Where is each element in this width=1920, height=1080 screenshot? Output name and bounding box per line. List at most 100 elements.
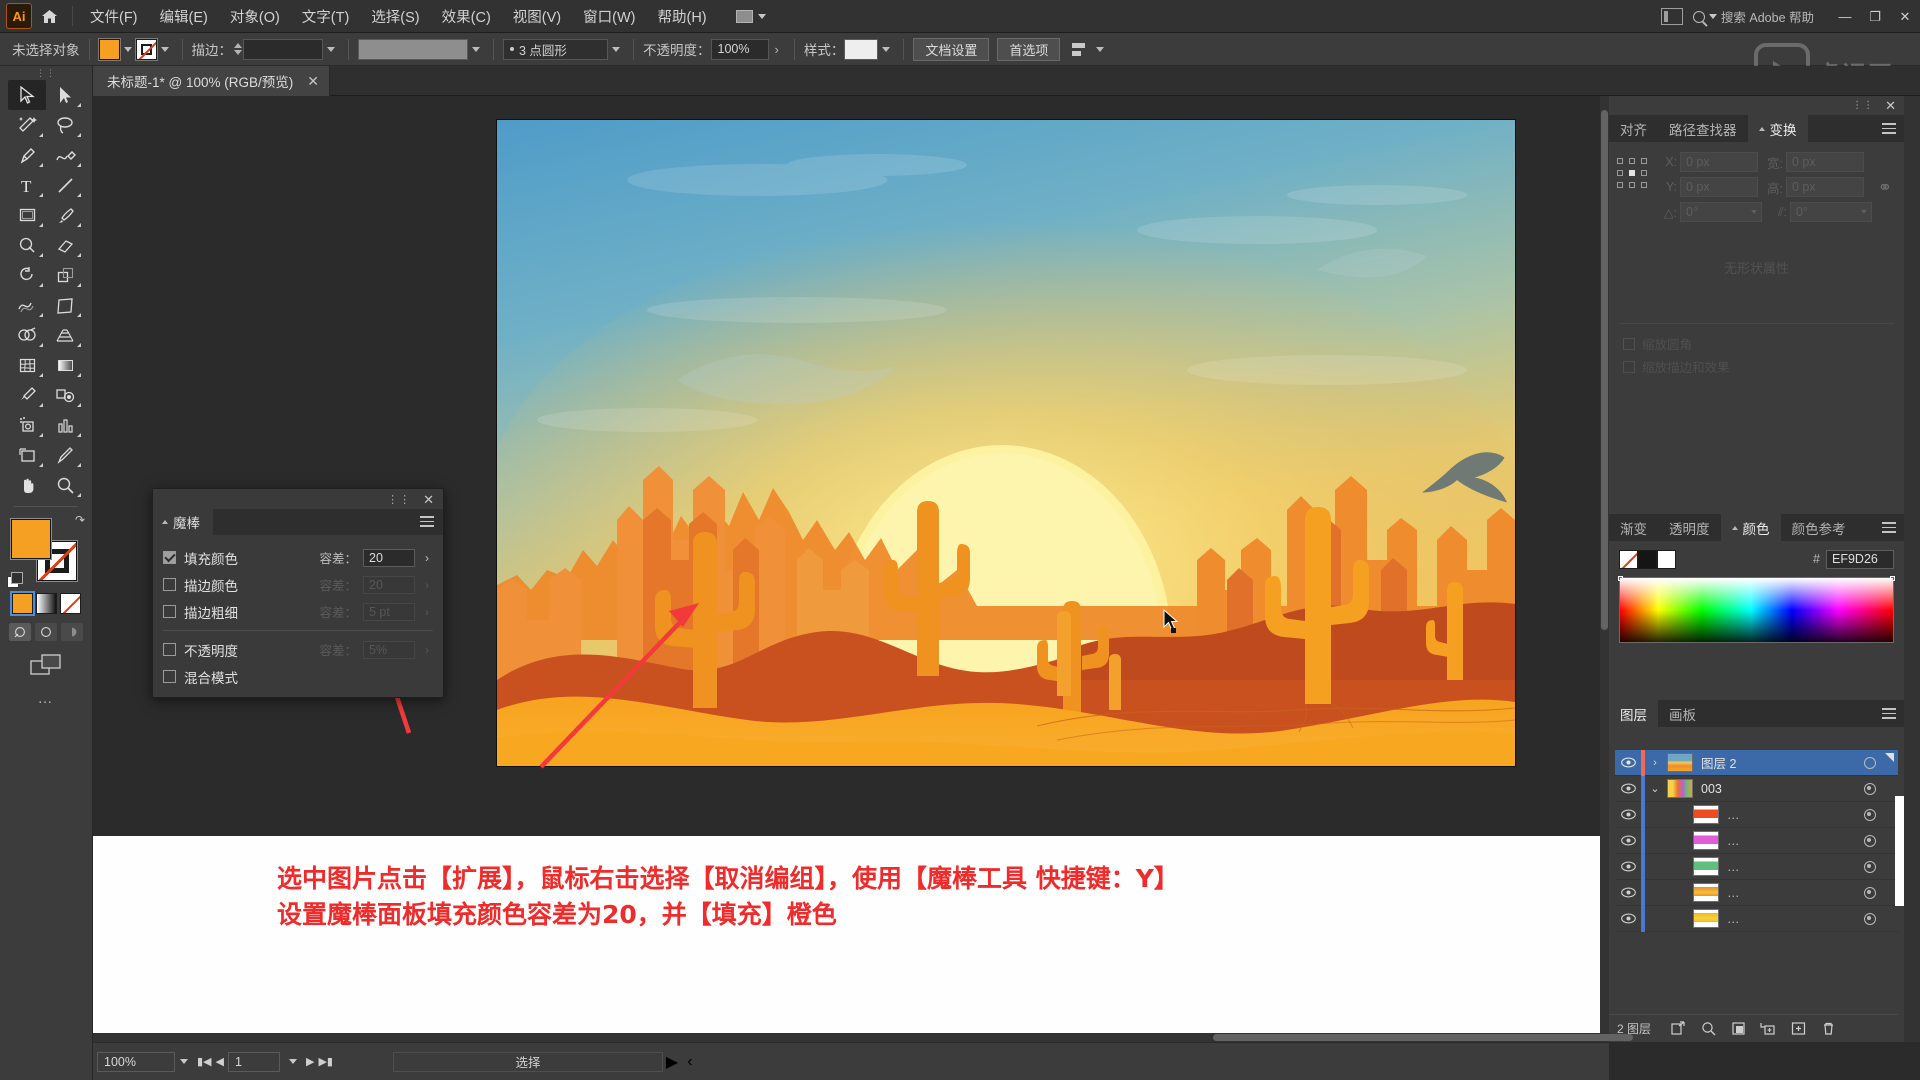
menu-effect[interactable]: 效果(C)	[431, 0, 502, 33]
draw-normal-button[interactable]	[9, 623, 31, 641]
layers-scrollbar[interactable]	[1895, 796, 1904, 906]
layer-list[interactable]: › 图层 2 ⌄ 003 … … … … …	[1615, 750, 1898, 1012]
artboard[interactable]	[497, 120, 1515, 766]
next-artboard-button[interactable]: ▶	[306, 1055, 314, 1068]
collapse-chevron-icon[interactable]: ⌄	[1645, 782, 1665, 795]
magic-wand-row-stroke-weight[interactable]: 描边粗细 容差： 5 pt ›	[153, 598, 443, 625]
target-indicator-icon[interactable]	[1864, 861, 1876, 873]
slice-tool[interactable]	[46, 440, 84, 470]
table-row[interactable]: …	[1615, 905, 1898, 932]
menu-select[interactable]: 选择(S)	[360, 0, 430, 33]
tab-transform[interactable]: 变换	[1747, 115, 1808, 142]
stroke-weight-checkbox[interactable]	[163, 605, 176, 618]
lasso-tool[interactable]	[46, 110, 84, 140]
brush-dropdown-icon[interactable]	[608, 39, 624, 60]
opacity-expand-icon[interactable]: ›	[769, 42, 785, 57]
layer-name[interactable]: …	[1727, 912, 1741, 926]
fill-tolerance-expand-icon[interactable]: ›	[421, 551, 433, 565]
close-icon[interactable]: ✕	[1885, 99, 1896, 112]
visibility-eye-icon[interactable]	[1615, 809, 1641, 820]
table-row[interactable]: …	[1615, 827, 1898, 854]
toolbar-drag-handle[interactable]: ⋮⋮	[0, 66, 92, 80]
default-fill-stroke-icon[interactable]	[7, 572, 23, 588]
locate-object-button[interactable]	[1693, 1015, 1723, 1043]
search-adobe-help[interactable]: 搜索 Adobe 帮助	[1692, 7, 1814, 26]
magic-wand-row-opacity[interactable]: 不透明度 容差： 5% ›	[153, 636, 443, 663]
last-artboard-button[interactable]: ▶▮	[318, 1055, 333, 1068]
tab-pathfinder[interactable]: 路径查找器	[1658, 115, 1748, 142]
target-indicator-icon[interactable]	[1864, 757, 1876, 769]
fill-dropdown-icon[interactable]	[120, 39, 136, 60]
target-indicator-icon[interactable]	[1864, 913, 1876, 925]
hex-input[interactable]: EF9D26	[1826, 549, 1894, 569]
table-row[interactable]: ⌄ 003	[1615, 775, 1898, 802]
magic-wand-row-stroke-color[interactable]: 描边颜色 容差： 20 ›	[153, 571, 443, 598]
collapse-icon[interactable]: ⋮⋮	[1852, 100, 1874, 111]
create-new-layer-button[interactable]	[1783, 1015, 1813, 1043]
fill-color-checkbox[interactable]	[163, 551, 176, 564]
canvas-horizontal-scrollbar[interactable]	[93, 1033, 1633, 1042]
layer-name[interactable]: …	[1727, 886, 1741, 900]
status-next-icon[interactable]: ▶	[663, 1052, 681, 1072]
none-mode-button[interactable]	[59, 593, 81, 614]
gradient-tool[interactable]	[46, 350, 84, 380]
tab-transparency[interactable]: 透明度	[1658, 514, 1721, 541]
visibility-eye-icon[interactable]	[1615, 783, 1641, 794]
document-tab[interactable]: 未标题-1* @ 100% (RGB/预览) ✕	[93, 66, 330, 96]
none-swatch[interactable]	[1619, 549, 1638, 569]
rotate-tool[interactable]	[8, 260, 46, 290]
table-row[interactable]: …	[1615, 879, 1898, 906]
type-tool[interactable]: T	[8, 170, 46, 200]
tab-artboards[interactable]: 画板	[1658, 700, 1707, 727]
home-icon[interactable]	[32, 0, 66, 33]
target-indicator-icon[interactable]	[1864, 835, 1876, 847]
gradient-mode-button[interactable]	[35, 593, 57, 614]
artboard-dropdown-icon[interactable]	[284, 1059, 302, 1064]
scale-tool[interactable]	[46, 260, 84, 290]
window-maximize-button[interactable]: ❐	[1860, 0, 1890, 33]
hand-tool[interactable]	[8, 470, 46, 500]
brush-definition-selector[interactable]: 3 点圆形	[503, 38, 608, 60]
pen-tool[interactable]	[8, 140, 46, 170]
visibility-eye-icon[interactable]	[1615, 757, 1641, 768]
free-transform-tool[interactable]	[46, 290, 84, 320]
visibility-eye-icon[interactable]	[1615, 861, 1641, 872]
fill-color-swatch[interactable]	[97, 37, 121, 61]
document-setup-button[interactable]: 文档设置	[913, 37, 990, 61]
table-row[interactable]: …	[1615, 853, 1898, 880]
swap-fill-stroke-icon[interactable]: ↷	[75, 513, 85, 527]
target-indicator-icon[interactable]	[1864, 783, 1876, 795]
color-spectrum[interactable]	[1618, 576, 1895, 643]
tab-gradient[interactable]: 渐变	[1609, 514, 1658, 541]
variable-width-profile-preview[interactable]	[358, 38, 468, 60]
window-minimize-button[interactable]: —	[1830, 0, 1860, 33]
magic-wand-row-fill-color[interactable]: 填充颜色 容差： 20 ›	[153, 544, 443, 571]
mesh-tool[interactable]	[8, 350, 46, 380]
opacity-checkbox[interactable]	[163, 643, 176, 656]
eraser-tool[interactable]	[46, 230, 84, 260]
align-dropdown-icon[interactable]	[1092, 39, 1108, 60]
dock-collapse-strip[interactable]	[1904, 96, 1920, 1042]
zoom-dropdown-icon[interactable]	[175, 1059, 193, 1064]
blend-tool[interactable]	[46, 380, 84, 410]
reference-point-selector[interactable]	[1617, 158, 1647, 188]
target-indicator-icon[interactable]	[1864, 887, 1876, 899]
rectangle-tool[interactable]	[8, 200, 46, 230]
panel-menu-icon[interactable]	[1882, 708, 1896, 722]
panel-menu-icon[interactable]	[1882, 123, 1896, 137]
fill-swatch[interactable]	[10, 518, 52, 560]
stroke-weight-stepper[interactable]	[232, 39, 243, 60]
stroke-dropdown-icon[interactable]	[157, 39, 173, 60]
symbol-sprayer-tool[interactable]	[8, 410, 46, 440]
expand-chevron-icon[interactable]: ›	[1645, 757, 1665, 769]
menu-view[interactable]: 视图(V)	[502, 0, 572, 33]
eyedropper-tool[interactable]	[8, 380, 46, 410]
column-graph-tool[interactable]	[46, 410, 84, 440]
zoom-level-input[interactable]: 100%	[97, 1051, 175, 1072]
color-mode-button[interactable]	[9, 591, 35, 616]
artboard-number-input[interactable]: 1	[227, 1051, 280, 1072]
preferences-button[interactable]: 首选项	[997, 37, 1061, 61]
window-close-button[interactable]: ✕	[1890, 0, 1920, 33]
screen-mode-button[interactable]	[0, 652, 92, 676]
magic-wand-tool[interactable]	[8, 110, 46, 140]
